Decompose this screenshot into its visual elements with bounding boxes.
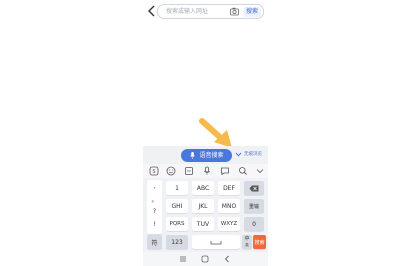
- backspace-icon: [249, 185, 259, 191]
- microphone-icon: [190, 152, 195, 159]
- key-pqrs[interactable]: PQRS: [166, 217, 188, 231]
- microphone-icon[interactable]: [202, 166, 212, 176]
- search-icon[interactable]: [238, 166, 248, 176]
- punct-key[interactable]: !: [147, 221, 162, 228]
- chevron-down-icon[interactable]: [235, 152, 242, 157]
- voice-search-button[interactable]: 语音搜索: [181, 149, 232, 162]
- punctuation-column[interactable]: , 。 ? !: [147, 180, 162, 234]
- key-def[interactable]: DEF: [218, 181, 240, 195]
- key-abc[interactable]: ABC: [192, 181, 214, 195]
- search-placeholder: 搜索或输入网址: [166, 8, 209, 15]
- top-bar: 搜索或输入网址 搜索: [0, 0, 400, 24]
- home-icon[interactable]: [201, 255, 209, 263]
- key-jkl[interactable]: JKL: [192, 199, 214, 213]
- t9-keyboard: , 。 ? ! 1 ABC DEF GHI JKL MNO 重输 PQRS TU…: [143, 178, 268, 252]
- voice-search-label: 语音搜索: [199, 152, 224, 159]
- key-0[interactable]: 0: [244, 217, 264, 231]
- backspace-key[interactable]: [244, 181, 264, 195]
- key-1[interactable]: 1: [166, 181, 188, 195]
- chat-icon[interactable]: [220, 166, 230, 176]
- space-icon: [210, 240, 222, 244]
- numbers-key[interactable]: 123: [166, 235, 188, 249]
- incognito-label[interactable]: 无痕浏览: [244, 151, 262, 157]
- search-button[interactable]: 搜索: [243, 6, 261, 17]
- svg-text:S: S: [152, 169, 155, 175]
- reenter-key[interactable]: 重输: [244, 199, 264, 213]
- key-mno[interactable]: MNO: [218, 199, 240, 213]
- punct-key[interactable]: ?: [147, 208, 162, 215]
- lang-secondary: 英: [245, 243, 249, 247]
- back-nav-icon[interactable]: [223, 255, 231, 263]
- keyboard-logo-icon[interactable]: S: [149, 166, 159, 176]
- punct-key[interactable]: ,: [147, 183, 162, 190]
- punct-key[interactable]: 。: [147, 195, 162, 204]
- keyboard-toolbar: 语音搜索 无痕浏览: [143, 146, 268, 164]
- hide-keyboard-icon[interactable]: [255, 166, 265, 176]
- key-wxyz[interactable]: WXYZ: [218, 217, 240, 231]
- search-key[interactable]: 搜索: [253, 235, 266, 249]
- keyboard-icon-row: S: [143, 164, 268, 178]
- emoji-icon[interactable]: [166, 166, 176, 176]
- camera-icon[interactable]: [229, 6, 240, 17]
- clipboard-icon[interactable]: [184, 166, 194, 176]
- symbols-key[interactable]: 符: [147, 235, 162, 249]
- key-ghi[interactable]: GHI: [166, 199, 188, 213]
- language-switch-key[interactable]: 中 英: [242, 235, 252, 249]
- key-tuv[interactable]: TUV: [192, 217, 214, 231]
- search-input[interactable]: 搜索或输入网址 搜索: [157, 4, 264, 19]
- menu-icon[interactable]: [179, 255, 187, 263]
- system-nav-bar: [143, 252, 268, 266]
- space-key[interactable]: [192, 235, 240, 249]
